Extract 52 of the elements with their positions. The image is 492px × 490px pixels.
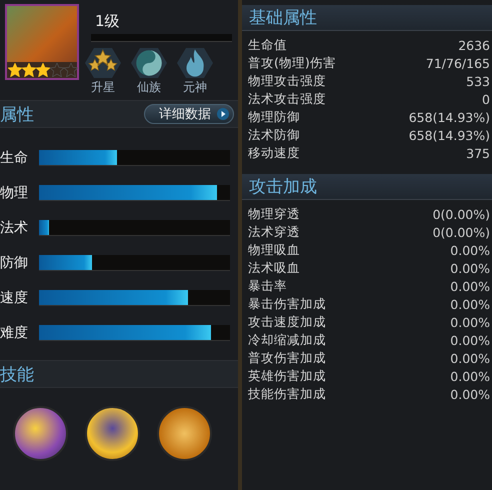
- stat-name: 普攻伤害加成: [248, 350, 326, 366]
- stat-name: 攻击速度加成: [248, 314, 326, 330]
- stat-name: 法术防御: [248, 126, 300, 144]
- stat-value: 0.00%: [450, 296, 490, 312]
- section-title: 基础属性: [249, 7, 317, 29]
- stat-value: 2636: [458, 38, 490, 52]
- stat-value: 0.00%: [450, 350, 490, 366]
- section-title: 技能: [0, 364, 34, 386]
- stat-label: 速度: [0, 289, 29, 307]
- stat-label: 法术: [0, 219, 29, 237]
- stat-value: 71/76/165: [426, 56, 490, 70]
- stat-name: 物理穿透: [248, 206, 300, 222]
- star-icon: [8, 63, 22, 77]
- stat-name: 暴击率: [248, 278, 287, 294]
- section-title: 属性: [0, 104, 34, 126]
- stat-value: 0: [482, 92, 490, 106]
- stat-label: 生命: [0, 149, 29, 167]
- play-icon: [217, 108, 229, 120]
- stat-value: 658(14.93%): [408, 110, 490, 124]
- stat-value: 0(0.00%): [432, 224, 490, 240]
- stat-label: 难度: [0, 324, 29, 342]
- detail-button[interactable]: 详细数据: [144, 104, 234, 124]
- stat-value: 533: [466, 74, 490, 88]
- stat-name: 暴击伤害加成: [248, 296, 326, 312]
- level-label: 1级: [95, 12, 120, 31]
- stat-name: 冷却缩减加成: [248, 332, 326, 348]
- stat-value: 0.00%: [450, 386, 490, 402]
- section-title: 攻击加成: [249, 176, 317, 198]
- star-icon: [22, 63, 36, 77]
- stat-value: 0(0.00%): [432, 206, 490, 222]
- stat-value: 0.00%: [450, 314, 490, 330]
- stat-name: 物理吸血: [248, 242, 300, 258]
- stat-name: 法术穿透: [248, 224, 300, 240]
- stat-value: 0.00%: [450, 278, 490, 294]
- stat-value: 375: [466, 146, 490, 160]
- stat-name: 物理攻击强度: [248, 72, 326, 90]
- stat-name: 法术攻击强度: [248, 90, 326, 108]
- stat-name: 移动速度: [248, 144, 300, 162]
- star-icon: [36, 63, 50, 77]
- stat-value: 0.00%: [450, 242, 490, 258]
- stat-name: 技能伤害加成: [248, 386, 326, 402]
- stat-value: 658(14.93%): [408, 128, 490, 142]
- stat-name: 普攻(物理)伤害: [248, 54, 336, 72]
- stat-name: 生命值: [248, 36, 287, 54]
- stat-label: 防御: [0, 254, 29, 272]
- stat-label: 物理: [0, 184, 29, 202]
- stat-value: 0.00%: [450, 368, 490, 384]
- stat-value: 0.00%: [450, 260, 490, 276]
- stat-value: 0.00%: [450, 332, 490, 348]
- stat-name: 法术吸血: [248, 260, 300, 276]
- stat-name: 物理防御: [248, 108, 300, 126]
- stat-name: 英雄伤害加成: [248, 368, 326, 384]
